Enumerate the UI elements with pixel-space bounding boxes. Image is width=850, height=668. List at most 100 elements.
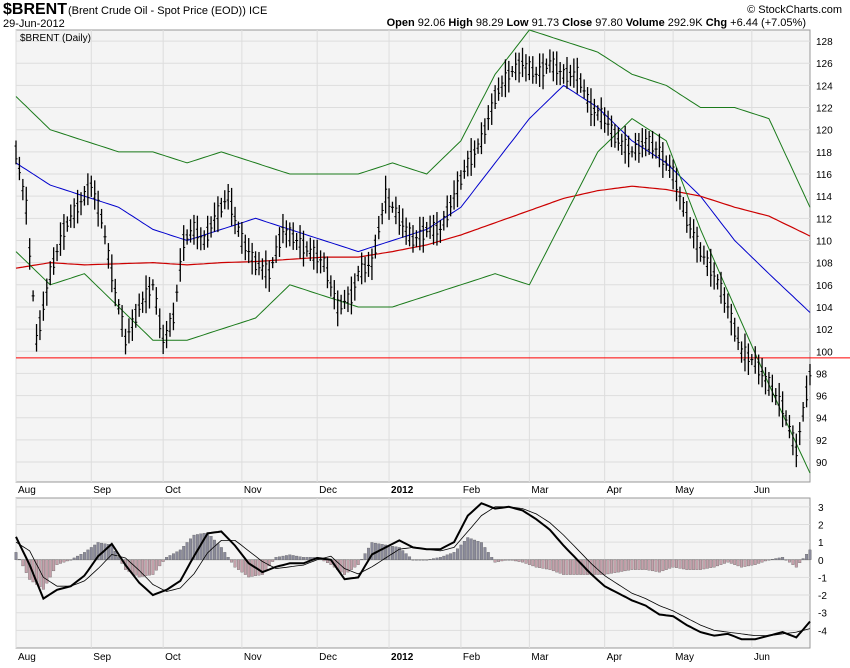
histogram-bar: [712, 559, 716, 568]
histogram-bar: [668, 559, 672, 569]
histogram-bar: [76, 555, 80, 560]
indicator-x-tick-label: Mar: [531, 652, 549, 663]
histogram-bar: [562, 559, 566, 575]
histogram-bar: [524, 559, 528, 564]
histogram-bar: [709, 559, 713, 568]
indicator-x-tick-label: Dec: [319, 652, 337, 663]
histogram-bar: [798, 559, 802, 564]
indicator-y-tick-label: -4: [818, 626, 827, 637]
histogram-bar: [664, 559, 668, 570]
histogram-bar: [692, 559, 696, 570]
histogram-bar: [675, 559, 678, 568]
price-x-tick-label: Mar: [531, 485, 549, 496]
histogram-bar: [435, 557, 439, 560]
histogram-bar: [305, 557, 309, 560]
indicator-x-tick-label: Apr: [607, 652, 623, 663]
histogram-bar: [59, 559, 62, 564]
price-legend-label: $BRENT (Daily): [20, 33, 91, 44]
histogram-bar: [630, 559, 634, 570]
histogram-bar: [651, 559, 655, 572]
histogram-bar: [442, 555, 446, 560]
histogram-bar: [41, 559, 45, 590]
histogram-bar: [476, 541, 480, 560]
histogram-bar: [616, 559, 620, 573]
histogram-bar: [178, 549, 182, 560]
histogram-bar: [343, 559, 347, 575]
histogram-bar: [517, 559, 521, 562]
histogram-bar: [661, 559, 665, 572]
histogram-bar: [565, 559, 569, 575]
histogram-bar: [356, 559, 360, 565]
histogram-bar: [209, 536, 213, 560]
histogram-bar: [486, 552, 490, 560]
histogram-bar: [62, 559, 66, 563]
histogram-bar: [189, 538, 192, 560]
histogram-bar: [387, 545, 391, 560]
price-y-tick-label: 94: [816, 414, 828, 425]
price-y-tick-label: 120: [816, 126, 833, 137]
histogram-bar: [514, 559, 518, 562]
histogram-bar: [233, 559, 237, 568]
histogram-bar: [541, 559, 545, 569]
histogram-bar: [52, 559, 56, 572]
histogram-bar: [637, 559, 641, 570]
histogram-bar: [702, 559, 706, 570]
histogram-bar: [507, 559, 511, 561]
histogram-bar: [421, 559, 425, 561]
histogram-bar: [278, 556, 281, 560]
histogram-bar: [500, 559, 504, 562]
histogram-bar: [219, 547, 223, 560]
histogram-bar: [722, 559, 726, 564]
price-plot-area: [15, 29, 811, 483]
price-y-tick-label: 100: [816, 347, 833, 358]
price-x-tick-label: Oct: [165, 485, 181, 496]
histogram-bar: [14, 552, 18, 560]
histogram-bar: [110, 544, 114, 560]
histogram-bar: [788, 559, 791, 563]
histogram-bar: [298, 556, 302, 560]
histogram-bar: [640, 559, 644, 570]
histogram-bar: [230, 559, 234, 563]
histogram-bar: [551, 559, 555, 572]
histogram-bar: [65, 559, 69, 562]
price-y-tick-label: 126: [816, 59, 833, 70]
histogram-bar: [695, 559, 699, 570]
price-y-tick-label: 122: [816, 104, 833, 115]
indicator-x-tick-label: Oct: [165, 652, 181, 663]
histogram-bar: [555, 559, 559, 573]
price-y-tick-label: 96: [816, 392, 828, 403]
histogram-bar: [17, 558, 21, 560]
histogram-bar: [681, 559, 685, 570]
histogram-bar: [154, 559, 158, 571]
price-y-tick-label: 104: [816, 303, 833, 314]
histogram-bar: [182, 546, 186, 560]
indicator-x-tick-label: Aug: [18, 652, 36, 663]
price-x-tick-label: Apr: [607, 485, 623, 496]
histogram-bar: [764, 559, 767, 562]
histogram-bar: [678, 559, 682, 569]
histogram-bar: [380, 544, 384, 560]
histogram-bar: [791, 559, 795, 565]
histogram-bar: [688, 559, 692, 570]
price-x-tick-label: May: [675, 485, 694, 496]
histogram-bar: [250, 559, 254, 577]
indicator-x-tick-label: Jun: [754, 652, 770, 663]
histogram-bar: [428, 558, 432, 560]
price-y-tick-label: 90: [816, 458, 828, 469]
histogram-bar: [459, 544, 463, 560]
histogram-bar: [240, 559, 244, 573]
histogram-bar: [438, 557, 442, 560]
histogram-bar: [545, 559, 548, 570]
histogram-bar: [623, 559, 627, 572]
histogram-bar: [483, 547, 487, 560]
indicator-x-tick-label: Nov: [244, 652, 262, 663]
indicator-y-tick-label: -2: [818, 591, 827, 602]
histogram-bar: [521, 559, 524, 563]
histogram-bar: [760, 559, 764, 563]
histogram-bar: [48, 559, 52, 578]
histogram-bar: [770, 558, 774, 560]
indicator-y-tick-label: -1: [818, 573, 827, 584]
price-y-tick-label: 102: [816, 325, 833, 336]
histogram-bar: [657, 559, 661, 573]
histogram-bar: [264, 559, 268, 571]
